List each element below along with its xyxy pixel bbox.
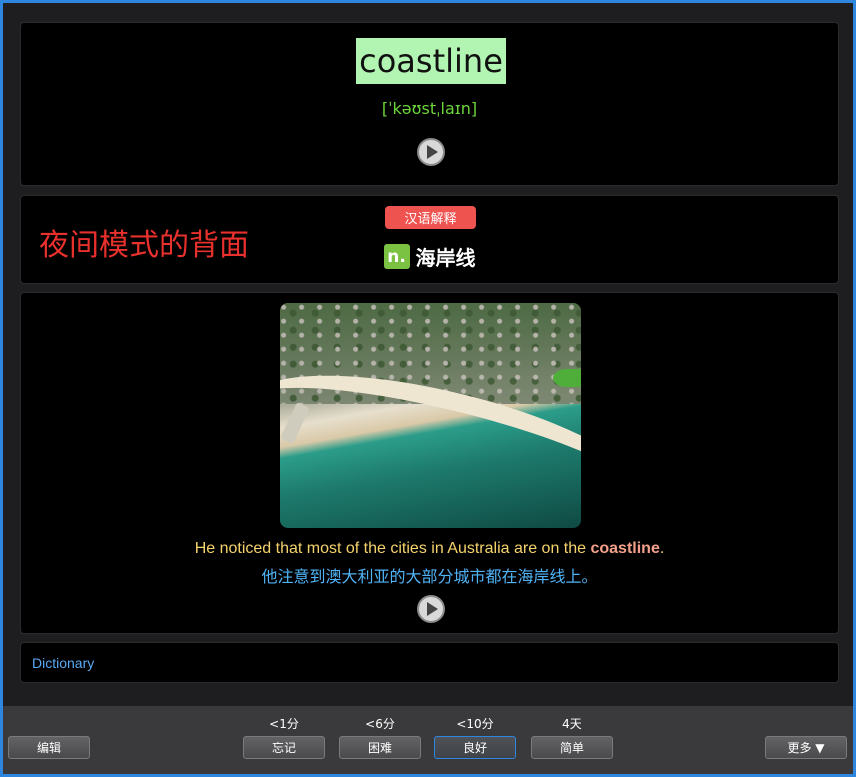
example-sentence-chinese: 他注意到澳大利亚的大部分城市都在海岸线上。 bbox=[261, 567, 598, 586]
play-word-audio-icon[interactable] bbox=[417, 138, 445, 166]
dictionary-card[interactable]: Dictionary bbox=[20, 642, 839, 683]
edit-button[interactable]: 编辑 bbox=[8, 736, 90, 759]
phonetic-transcription: [ˈkəʊstˌlaɪn] bbox=[381, 99, 478, 118]
example-card: He noticed that most of the cities in Au… bbox=[20, 292, 839, 634]
sentence-highlight-word: coastline bbox=[590, 540, 660, 557]
headword: coastline bbox=[356, 38, 506, 84]
chinese-definition: 海岸线 bbox=[415, 246, 476, 270]
part-of-speech-badge: n. bbox=[383, 244, 410, 269]
easy-button[interactable]: 简单 bbox=[531, 736, 613, 759]
meaning-card: 夜间模式的背面 汉语解释 n. 海岸线 bbox=[20, 195, 839, 284]
good-button[interactable]: 良好 bbox=[434, 736, 516, 759]
hard-button[interactable]: 困难 bbox=[339, 736, 421, 759]
chinese-explanation-tag: 汉语解释 bbox=[385, 206, 476, 229]
definition-row: n. 海岸线 bbox=[21, 242, 838, 271]
interval-hard: <6分 bbox=[365, 717, 395, 731]
card-review-window: coastline [ˈkəʊstˌlaɪn] 夜间模式的背面 汉语解释 n. … bbox=[0, 0, 856, 777]
interval-forgot: <1分 bbox=[269, 717, 299, 731]
example-sentence-english: He noticed that most of the cities in Au… bbox=[21, 540, 838, 558]
dictionary-link[interactable]: Dictionary bbox=[32, 655, 94, 671]
interval-easy: 4天 bbox=[562, 717, 582, 731]
photo-park bbox=[553, 369, 581, 387]
word-card: coastline [ˈkəʊstˌlaɪn] bbox=[20, 22, 839, 186]
forgot-button[interactable]: 忘记 bbox=[243, 736, 325, 759]
more-menu-button[interactable]: 更多 ▼ bbox=[765, 736, 847, 759]
sentence-en-after: . bbox=[659, 540, 665, 557]
play-sentence-audio-icon[interactable] bbox=[417, 595, 445, 623]
review-bottom-bar: 编辑 <1分 忘记 <6分 困难 <10分 良好 4天 简单 更多 ▼ bbox=[3, 706, 853, 774]
sentence-en-before: He noticed that most of the cities in Au… bbox=[194, 540, 591, 557]
interval-good: <10分 bbox=[456, 717, 494, 731]
coastline-photo bbox=[280, 303, 581, 528]
